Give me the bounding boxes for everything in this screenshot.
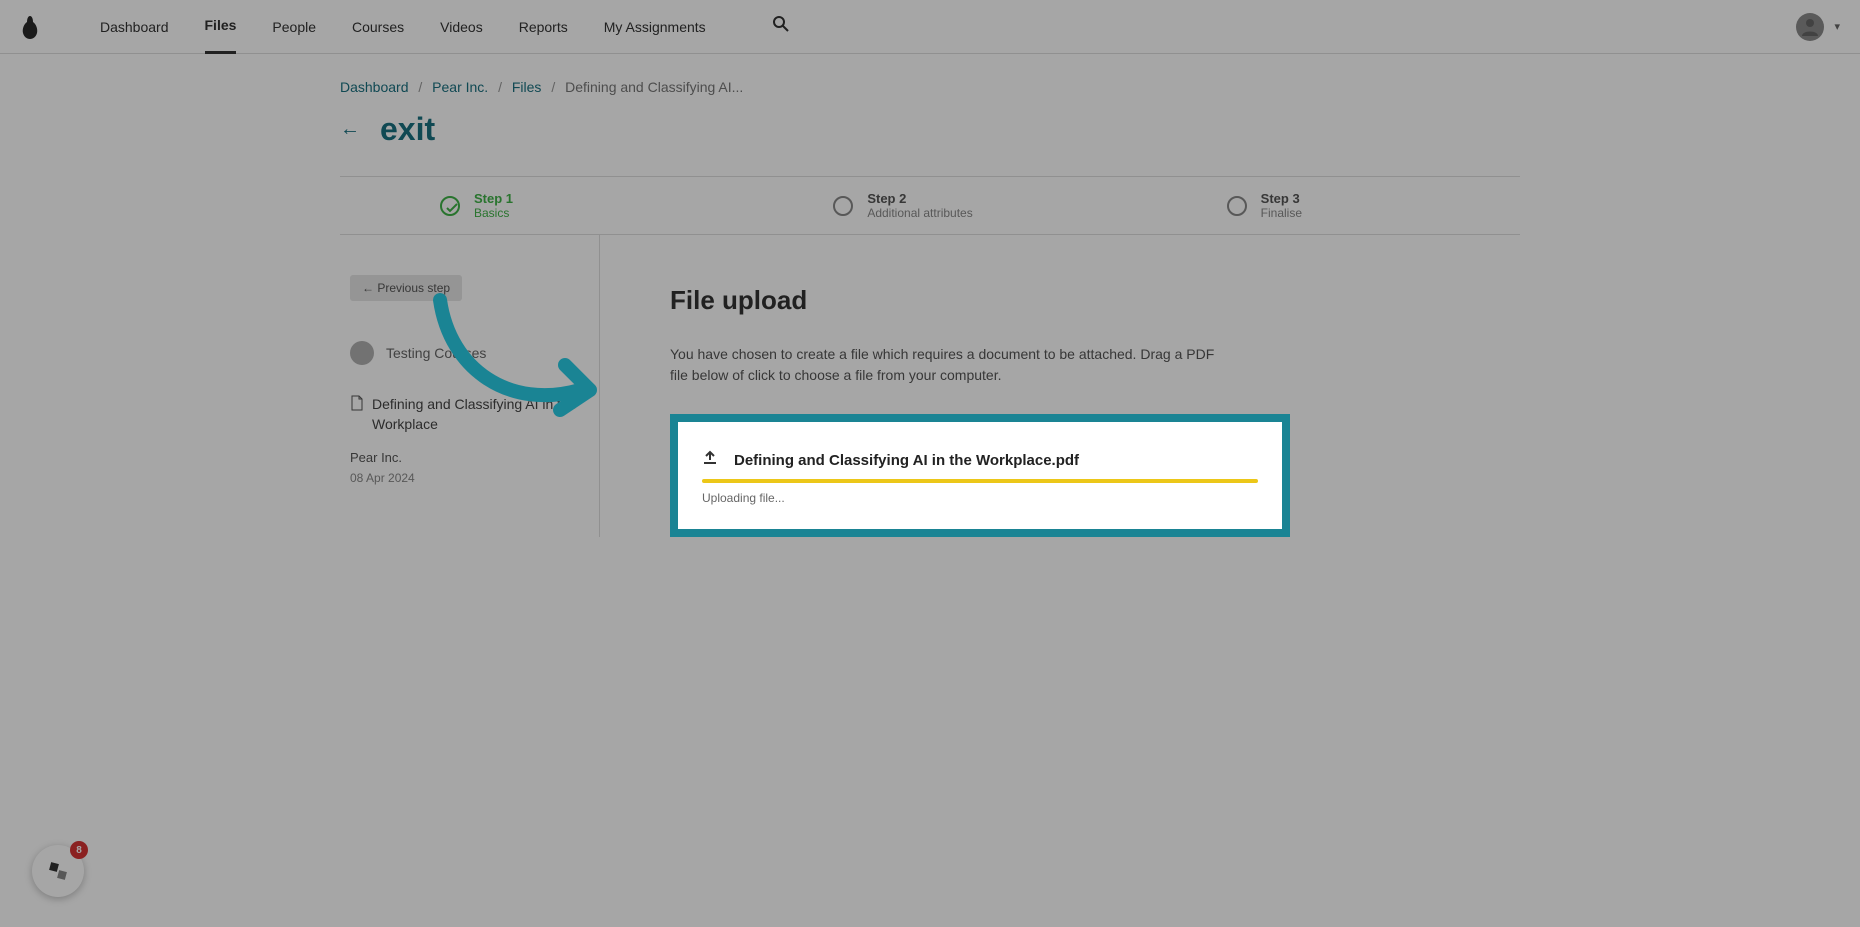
top-nav: Dashboard Files People Courses Videos Re… (0, 0, 1860, 54)
file-meta: Defining and Classifying AI in the Workp… (350, 395, 589, 485)
file-date: 08 Apr 2024 (350, 471, 589, 485)
step-3[interactable]: Step 3 Finalise (1127, 191, 1520, 220)
breadcrumb: Dashboard / Pear Inc. / Files / Defining… (340, 79, 1520, 95)
left-sidebar: ← Previous step Testing Courses Defining… (340, 235, 600, 537)
upload-icon (702, 450, 718, 471)
document-icon (350, 395, 364, 434)
search-icon[interactable] (772, 15, 790, 38)
step-2[interactable]: Step 2 Additional attributes (733, 191, 1126, 220)
exit-row: ← exit (340, 111, 1520, 148)
progress-bar (702, 479, 1258, 483)
breadcrumb-current: Defining and Classifying AI... (565, 79, 743, 95)
exit-label[interactable]: exit (380, 111, 435, 148)
upload-card[interactable]: Defining and Classifying AI in the Workp… (670, 414, 1290, 537)
page-content: Dashboard / Pear Inc. / Files / Defining… (340, 54, 1520, 562)
main-area: ← Previous step Testing Courses Defining… (340, 235, 1520, 537)
avatar-icon (1796, 13, 1824, 41)
step-label: Basics (474, 206, 513, 220)
nav-videos[interactable]: Videos (440, 1, 483, 53)
nav-people[interactable]: People (272, 1, 316, 53)
nav-items: Dashboard Files People Courses Videos Re… (100, 0, 790, 54)
panel-description: You have chosen to create a file which r… (670, 344, 1230, 386)
breadcrumb-dashboard[interactable]: Dashboard (340, 79, 409, 95)
breadcrumb-files[interactable]: Files (512, 79, 542, 95)
step-number: Step 1 (474, 191, 513, 206)
upload-filename: Defining and Classifying AI in the Workp… (734, 452, 1079, 469)
stepper: Step 1 Basics Step 2 Additional attribut… (340, 176, 1520, 235)
nav-files[interactable]: Files (205, 0, 237, 54)
chat-widget[interactable]: 8 (32, 845, 84, 897)
step-label: Finalise (1261, 206, 1302, 220)
nav-dashboard[interactable]: Dashboard (100, 1, 169, 53)
owner-avatar-icon (350, 341, 374, 365)
owner-name: Testing Courses (386, 345, 486, 361)
step-label: Additional attributes (867, 206, 972, 220)
step-number: Step 3 (1261, 191, 1302, 206)
breadcrumb-sep: / (498, 79, 502, 95)
step-circle-icon (440, 196, 460, 216)
nav-courses[interactable]: Courses (352, 1, 404, 53)
step-1[interactable]: Step 1 Basics (340, 191, 733, 220)
breadcrumb-sep: / (418, 79, 422, 95)
user-menu[interactable]: ▾ (1796, 13, 1840, 41)
breadcrumb-org[interactable]: Pear Inc. (432, 79, 488, 95)
panel-title: File upload (670, 285, 1480, 316)
file-title: Defining and Classifying AI in the Workp… (372, 395, 589, 434)
back-arrow-icon[interactable]: ← (340, 118, 360, 141)
file-owner: Testing Courses (350, 341, 589, 365)
nav-reports[interactable]: Reports (519, 1, 568, 53)
chat-badge: 8 (70, 841, 88, 859)
step-circle-icon (833, 196, 853, 216)
step-circle-icon (1227, 196, 1247, 216)
app-logo (20, 14, 40, 40)
breadcrumb-sep: / (551, 79, 555, 95)
step-number: Step 2 (867, 191, 972, 206)
file-org: Pear Inc. (350, 450, 589, 465)
chevron-down-icon: ▾ (1834, 20, 1840, 33)
nav-my-assignments[interactable]: My Assignments (604, 1, 706, 53)
upload-panel: File upload You have chosen to create a … (600, 235, 1520, 537)
upload-status: Uploading file... (702, 491, 1258, 505)
previous-step-button[interactable]: ← Previous step (350, 275, 462, 301)
